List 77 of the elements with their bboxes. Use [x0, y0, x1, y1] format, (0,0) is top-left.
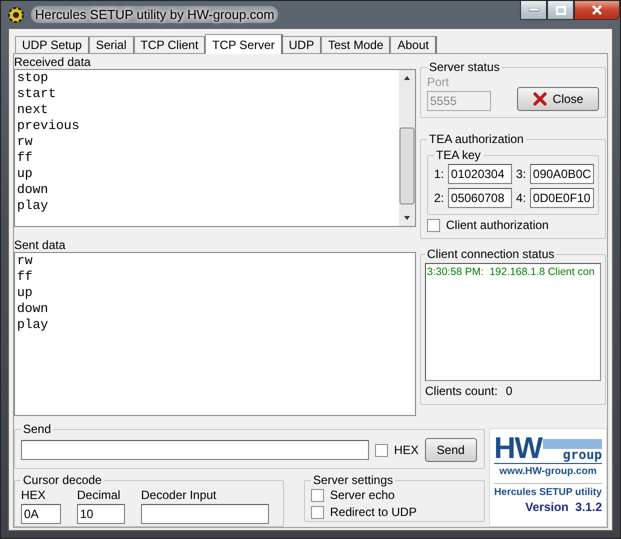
clients-count: 0 [506, 385, 512, 398]
received-line: start [17, 86, 58, 102]
tab[interactable]: TCP Client [134, 36, 206, 54]
sent-data-label: Sent data [14, 239, 66, 252]
decode-label: Decimal [77, 489, 122, 502]
checkbox[interactable] [427, 219, 440, 232]
tab[interactable]: UDP [282, 36, 322, 54]
sent-line: rw [17, 253, 34, 270]
checkbox-label: Client authorization [446, 219, 549, 232]
checkbox[interactable] [311, 489, 324, 502]
group-title: Send [22, 422, 52, 436]
sent-line: ff [17, 269, 34, 286]
key-label: 2: [434, 192, 444, 204]
key-label: 3: [516, 168, 526, 180]
checkbox[interactable] [375, 444, 388, 456]
decode-field[interactable]: 0A [21, 504, 61, 524]
version-text: Version 3.1.2 [525, 500, 602, 514]
maximize-button[interactable] [547, 1, 574, 20]
logo-stripe [542, 439, 602, 449]
decode-field[interactable]: 10 [77, 504, 125, 524]
maximize-icon [556, 6, 566, 14]
app-icon [7, 6, 25, 24]
received-line: stop [17, 70, 50, 86]
received-data-area[interactable]: stop start next previous rw ff up down play [14, 69, 416, 227]
port-label: Port [427, 76, 450, 89]
close-icon [532, 92, 547, 106]
minimize-button[interactable] [520, 1, 547, 20]
hex-label: HEX [394, 444, 419, 456]
received-data-label: Received data [14, 56, 92, 69]
received-line: down [17, 182, 50, 198]
received-line: up [17, 166, 34, 182]
product-name: Hercules SETUP utility [494, 483, 602, 498]
key-label: 1: [434, 168, 444, 180]
logo-url: www.HW-group.com [494, 463, 602, 477]
group-title: Client connection status [426, 247, 556, 261]
sent-line: up [17, 285, 34, 302]
received-line: previous [17, 118, 80, 134]
received-line: play [17, 198, 50, 214]
scrollbar[interactable] [399, 70, 415, 226]
received-line: ff [17, 150, 34, 166]
decode-label: Decoder Input [141, 489, 218, 502]
send-button[interactable]: Send [424, 438, 477, 462]
received-line: rw [17, 134, 34, 150]
sent-data-area[interactable]: rw ff up down play [14, 252, 416, 416]
key-field[interactable]: 090A0B0C [530, 164, 594, 184]
send-field[interactable] [21, 440, 369, 460]
client-list[interactable]: 3:30:58 PM: 192.168.1.8 Client con [425, 263, 601, 381]
close-button[interactable] [574, 1, 620, 20]
group-title: TEA authorization [428, 132, 525, 146]
tab[interactable]: Test Mode [321, 36, 392, 54]
client-entry: 3:30:58 PM: 192.168.1.8 Client con [427, 266, 596, 278]
minimize-icon [528, 8, 538, 12]
logo-mark: HW [494, 435, 542, 463]
received-line: next [17, 102, 50, 118]
clients-count-label: Clients count: [425, 385, 498, 398]
tab[interactable]: Serial [88, 36, 134, 54]
checkbox[interactable] [311, 506, 324, 519]
logo-group-text: group [562, 449, 602, 463]
group-title: TEA key [435, 148, 482, 162]
key-field[interactable]: 05060708 [448, 188, 512, 208]
checkbox-label: Redirect to UDP [330, 506, 417, 519]
group-title: Server settings [312, 473, 394, 487]
key-field[interactable]: 01020304 [448, 164, 512, 184]
decode-field[interactable] [141, 504, 269, 524]
key-field[interactable]: 0D0E0F10 [530, 188, 594, 208]
key-label: 4: [516, 192, 526, 204]
decode-label: HEX [21, 489, 47, 502]
group-title: Server status [428, 60, 501, 74]
tab[interactable]: TCP Server [205, 34, 283, 54]
sent-line: play [17, 317, 50, 334]
group-title: Cursor decode [22, 473, 103, 487]
tab[interactable]: About [390, 36, 437, 54]
tab[interactable]: UDP Setup [15, 36, 90, 54]
sent-line: down [17, 301, 50, 318]
close-server-button[interactable]: Close [517, 87, 599, 111]
close-icon [591, 5, 603, 15]
checkbox-label: Server echo [330, 489, 395, 502]
